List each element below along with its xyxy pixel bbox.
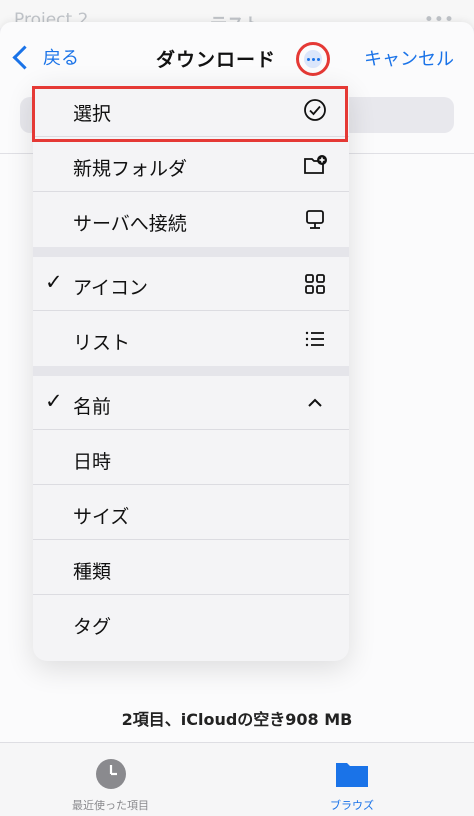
menu-item-label: 新規フォルダ	[73, 158, 188, 180]
storage-status: 2項目、iCloudの空き908 MB	[121, 710, 353, 729]
menu-item-list[interactable]: リスト	[33, 312, 349, 366]
menu-item-icons[interactable]: ✓ アイコン	[33, 257, 349, 311]
new-folder-icon	[304, 155, 327, 174]
checkmark-icon: ✓	[45, 270, 63, 294]
folder-icon	[336, 763, 368, 787]
menu-item-select[interactable]: 選択	[33, 83, 349, 137]
chevron-left-icon	[12, 44, 37, 70]
menu-item-label: 種類	[73, 561, 112, 583]
menu-item-sort-date[interactable]: 日時	[33, 431, 349, 485]
menu-item-label: アイコン	[73, 277, 149, 299]
menu-item-label: リスト	[73, 332, 131, 354]
menu-item-label: サーバへ接続	[73, 213, 187, 235]
server-connect-icon	[306, 210, 324, 229]
ellipsis-icon	[304, 50, 322, 68]
menu-item-label: 日時	[73, 451, 112, 473]
tab-recents-label: 最近使った項目	[72, 799, 149, 812]
more-options-button[interactable]	[296, 42, 330, 76]
list-icon	[305, 331, 324, 347]
tab-browse[interactable]: ブラウズ	[330, 757, 374, 813]
menu-item-label: 選択	[73, 103, 112, 125]
back-label: 戻る	[43, 48, 79, 69]
clock-icon	[95, 759, 126, 789]
back-button[interactable]: 戻る	[10, 44, 79, 70]
checkmark-icon: ✓	[45, 389, 63, 413]
menu-item-sort-name[interactable]: ✓ 名前	[33, 376, 349, 430]
tab-bar: 最近使った項目 ブラウズ	[0, 742, 474, 816]
menu-item-sort-size[interactable]: サイズ	[33, 486, 349, 540]
menu-item-new-folder[interactable]: 新規フォルダ	[33, 138, 349, 192]
page-title: ダウンロード	[156, 49, 277, 71]
highlight-circle	[296, 42, 330, 76]
menu-item-label: サイズ	[73, 506, 130, 528]
menu-item-label: 名前	[73, 396, 112, 418]
grid-icon	[305, 274, 325, 294]
cancel-button[interactable]: キャンセル	[364, 45, 454, 71]
menu-item-sort-kind[interactable]: 種類	[33, 541, 349, 595]
menu-item-sort-tags[interactable]: タグ	[33, 596, 349, 650]
chevron-up-icon	[308, 398, 322, 407]
menu-separator	[33, 247, 349, 257]
tab-recents[interactable]: 最近使った項目	[72, 757, 149, 813]
tab-browse-label: ブラウズ	[330, 799, 374, 812]
checkmark-circle-icon	[304, 99, 326, 121]
menu-item-label: タグ	[73, 616, 112, 638]
context-menu: 選択 新規フォルダ サーバへ接続 ✓ アイコン リスト ✓ 名前 日時 サイズ …	[33, 83, 349, 661]
menu-separator	[33, 366, 349, 376]
menu-item-connect-server[interactable]: サーバへ接続	[33, 193, 349, 247]
